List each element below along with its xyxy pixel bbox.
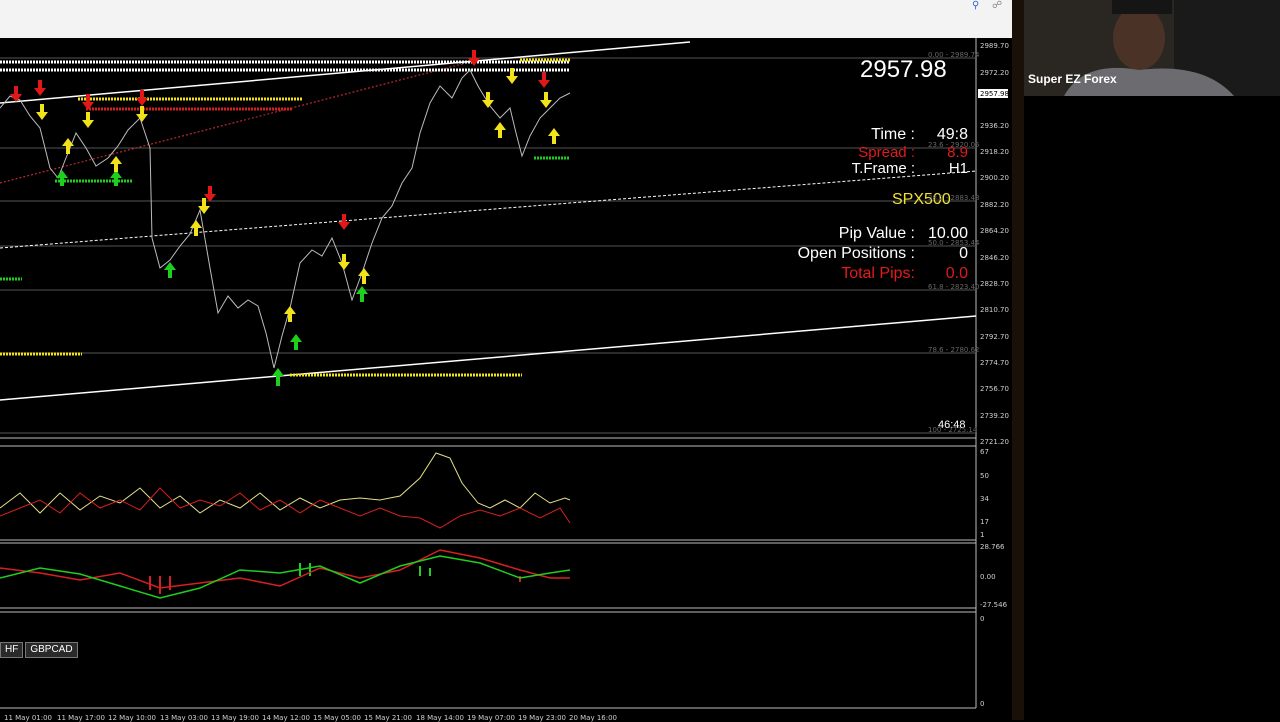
price-series <box>0 69 571 369</box>
side-panel <box>1024 96 1280 720</box>
time-axis-label: 11 May 01:00 <box>4 714 53 722</box>
osc1-axis-label: 1 <box>980 531 985 539</box>
price-axis-label: 2900.20 <box>980 174 1009 182</box>
lower-trendline <box>0 315 977 401</box>
time-axis-label: 19 May 23:00 <box>518 714 567 722</box>
vol-axis-label: 0 <box>980 615 985 623</box>
open-positions-value: 0 <box>959 245 968 262</box>
symbol-tabs: HF GBPCAD <box>0 637 80 658</box>
tframe-value: H1 <box>948 160 968 177</box>
osc1-line-yellow <box>0 452 571 514</box>
fib-label: 78.6 - 2780.62 <box>928 346 980 354</box>
price-axis-label: 2810.70 <box>980 306 1009 314</box>
time-axis-label: 15 May 21:00 <box>364 714 413 722</box>
osc2-axis-label: 0.00 <box>980 573 996 581</box>
time-axis-label: 13 May 03:00 <box>160 714 209 722</box>
price-axis-label: 2936.20 <box>980 122 1009 130</box>
time-axis-label: 18 May 14:00 <box>416 714 465 722</box>
presenter-name: Super EZ Forex <box>1028 72 1117 86</box>
window-border <box>1012 0 1024 720</box>
total-pips-value: 0.0 <box>945 265 968 282</box>
fib-label: 100 - 2725.14 <box>928 426 978 434</box>
fib-label: 0.00 - 2989.74 <box>928 51 980 59</box>
time-axis-label: 14 May 12:00 <box>262 714 311 722</box>
osc1-axis-label: 17 <box>980 518 989 526</box>
signal-levels <box>0 58 570 377</box>
osc2-line-green <box>0 555 571 599</box>
price-axis-label: 2846.20 <box>980 254 1009 262</box>
red-trendline <box>0 61 471 184</box>
price-axis-label: 2792.70 <box>980 333 1009 341</box>
webcam-feed: Super EZ Forex <box>1024 0 1280 96</box>
fib-label: 61.8 - 2823.40 <box>928 283 980 291</box>
price-axis-label: 2882.20 <box>980 201 1009 209</box>
osc2-axis-label: -27.546 <box>980 601 1008 609</box>
price-axis-label: 2989.70 <box>980 42 1009 50</box>
time-axis-label: 20 May 16:00 <box>569 714 618 722</box>
price-axis-label: 2721.20 <box>980 438 1009 446</box>
osc1-axis-label: 67 <box>980 448 989 456</box>
osc1-axis-label: 34 <box>980 495 989 503</box>
fib-label: 23.6 - 2920.05 <box>928 141 980 149</box>
osc1-line-red <box>0 487 571 529</box>
window-toolbar: ⚲ ☍ <box>0 0 1012 39</box>
fib-label: 38.2 - 2883.48 <box>928 194 980 202</box>
price-axis-label: 2918.20 <box>980 148 1009 156</box>
osc2-axis-label: 28.766 <box>980 543 1005 551</box>
fib-label: 50.0 - 2853.44 <box>928 239 980 247</box>
time-axis-label: 13 May 19:00 <box>211 714 260 722</box>
time-axis-label: 12 May 10:00 <box>108 714 157 722</box>
price-chart[interactable]: 2957.98 Time : 49:8 Spread : 8.9 T.Frame… <box>0 38 1012 722</box>
price-axis-label: 2972.20 <box>980 69 1009 77</box>
tab-gbpcad[interactable]: GBPCAD <box>25 642 78 658</box>
time-axis-label: 15 May 05:00 <box>313 714 362 722</box>
time-axis-label: 19 May 07:00 <box>467 714 516 722</box>
osc2-line-red <box>0 549 570 589</box>
last-price: 2957.98 <box>860 56 947 83</box>
price-axis-label: 2774.70 <box>980 359 1009 367</box>
magnifier-icon[interactable]: ⚲ <box>972 0 979 11</box>
link-icon[interactable]: ☍ <box>992 0 1002 11</box>
time-axis-label: 11 May 17:00 <box>57 714 106 722</box>
price-axis-label: 2739.20 <box>980 412 1009 420</box>
histogram <box>149 563 521 594</box>
osc1-axis-label: 50 <box>980 472 989 480</box>
price-axis-label: 2864.20 <box>980 227 1009 235</box>
price-axis-current: 2957.98 <box>980 90 1009 98</box>
price-axis-label: 2756.70 <box>980 385 1009 393</box>
tab-hf[interactable]: HF <box>0 642 24 658</box>
vol-axis-label: 0 <box>980 700 985 708</box>
price-axis-label: 2828.70 <box>980 280 1009 288</box>
